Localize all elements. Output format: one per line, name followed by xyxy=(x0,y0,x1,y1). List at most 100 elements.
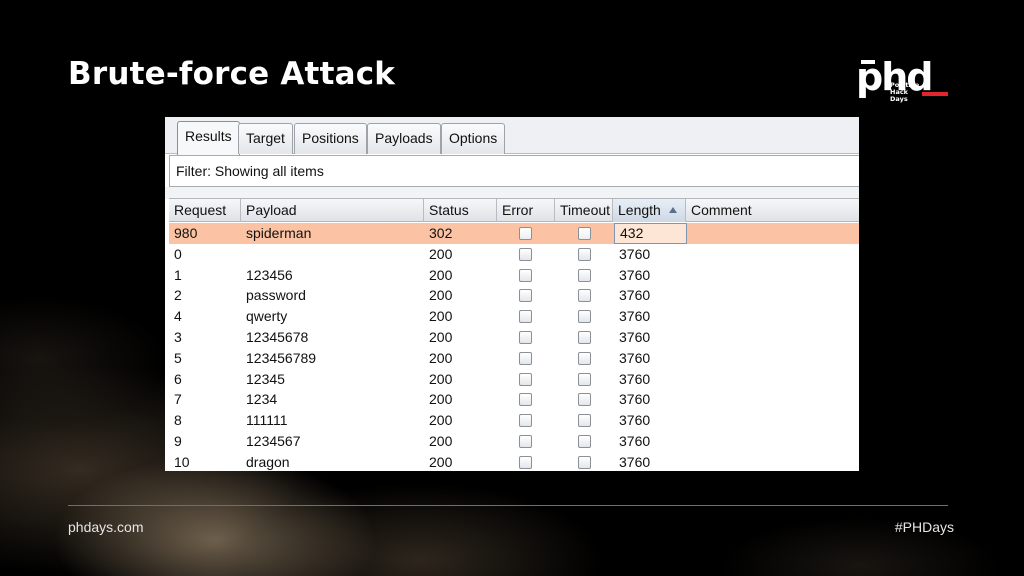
error-checkbox xyxy=(519,227,532,240)
table-row[interactable]: 10 dragon 200 3760 xyxy=(169,452,859,471)
error-checkbox xyxy=(519,330,532,344)
error-checkbox xyxy=(519,247,532,261)
logo-overline xyxy=(861,60,875,64)
timeout-checkbox xyxy=(578,310,591,324)
tab-results[interactable]: Results xyxy=(177,121,240,155)
cell-status: 200 xyxy=(429,412,453,429)
cell-request: 0 xyxy=(174,245,182,262)
cell-comment xyxy=(686,306,859,327)
cell-length: 3760 xyxy=(619,412,651,429)
cell-length: 3760 xyxy=(619,391,651,408)
logo-text: Positive Hack Days xyxy=(890,82,919,103)
logo-line: Days xyxy=(890,95,908,103)
column-header-status[interactable]: Status xyxy=(424,199,497,222)
column-header-timeout[interactable]: Timeout xyxy=(555,199,613,222)
timeout-checkbox xyxy=(578,247,591,261)
cell-status: 200 xyxy=(429,349,453,366)
cell-comment xyxy=(686,389,859,410)
column-header-request[interactable]: Request xyxy=(169,199,241,222)
tab-positions[interactable]: Positions xyxy=(294,123,367,154)
cell-comment xyxy=(686,452,859,471)
table-row[interactable]: 6 12345 200 3760 xyxy=(169,369,859,390)
cell-length: 3760 xyxy=(619,266,651,283)
cell-comment xyxy=(686,348,859,369)
cell-comment xyxy=(686,410,859,431)
cell-request: 8 xyxy=(174,412,182,429)
cell-length: 432 xyxy=(614,223,687,244)
table-row[interactable]: 3 12345678 200 3760 xyxy=(169,327,859,348)
table-row[interactable]: 7 1234 200 3760 xyxy=(169,389,859,410)
footer-hashtag: #PHDays xyxy=(894,519,954,535)
table-row[interactable]: 4 qwerty 200 3760 xyxy=(169,306,859,327)
cell-request: 1 xyxy=(174,266,182,283)
table-row[interactable]: 8 111111 200 3760 xyxy=(169,410,859,431)
cell-payload: dragon xyxy=(246,453,290,470)
cell-comment xyxy=(686,431,859,452)
cell-status: 200 xyxy=(429,287,453,304)
timeout-checkbox xyxy=(578,455,591,469)
table-row[interactable]: 5 123456789 200 3760 xyxy=(169,348,859,369)
cell-length: 3760 xyxy=(619,432,651,449)
cell-request: 10 xyxy=(174,453,190,470)
cell-status: 200 xyxy=(429,328,453,345)
cell-payload: 1234567 xyxy=(246,432,301,449)
error-checkbox xyxy=(519,455,532,469)
column-header-length[interactable]: Length xyxy=(613,199,686,222)
cell-length: 3760 xyxy=(619,287,651,304)
tab-payloads[interactable]: Payloads xyxy=(367,123,441,154)
cell-status: 200 xyxy=(429,266,453,283)
cell-payload xyxy=(241,244,424,265)
page-title: Brute-force Attack xyxy=(68,56,396,92)
column-header-payload[interactable]: Payload xyxy=(241,199,424,222)
tab-bar: Results Target Positions Payloads Option… xyxy=(165,117,859,155)
error-checkbox xyxy=(519,434,532,448)
cell-length: 3760 xyxy=(619,328,651,345)
cell-status: 200 xyxy=(429,245,453,262)
table-header: Request Payload Status Error Timeout Len… xyxy=(169,198,859,222)
error-checkbox xyxy=(519,289,532,303)
cell-request: 5 xyxy=(174,349,182,366)
timeout-checkbox xyxy=(578,414,591,428)
cell-status: 302 xyxy=(429,225,453,241)
column-header-error[interactable]: Error xyxy=(497,199,555,222)
cell-payload: 12345 xyxy=(246,370,285,387)
timeout-checkbox xyxy=(578,372,591,386)
timeout-checkbox xyxy=(578,434,591,448)
cell-payload: spiderman xyxy=(246,225,312,241)
cell-request: 3 xyxy=(174,328,182,345)
cell-length: 3760 xyxy=(619,308,651,325)
table-row[interactable]: 980 spiderman 302 432 xyxy=(169,223,859,244)
table-row[interactable]: 2 password 200 3760 xyxy=(169,285,859,306)
table-row[interactable]: 0 200 3760 xyxy=(169,244,859,265)
error-checkbox xyxy=(519,268,532,282)
column-header-comment[interactable]: Comment xyxy=(686,199,859,222)
cell-comment xyxy=(686,223,859,244)
cell-status: 200 xyxy=(429,432,453,449)
error-checkbox xyxy=(519,393,532,407)
timeout-checkbox xyxy=(578,351,591,365)
results-table-body: 980 spiderman 302 432 0 200 3760 1 123456 200 3760… xyxy=(169,223,859,471)
cell-request: 4 xyxy=(174,308,182,325)
error-checkbox xyxy=(519,372,532,386)
cell-comment xyxy=(686,369,859,390)
cell-status: 200 xyxy=(429,391,453,408)
sort-ascending-icon xyxy=(668,207,677,213)
cell-length: 3760 xyxy=(619,245,651,262)
cell-comment xyxy=(686,244,859,265)
filter-bar[interactable]: Filter: Showing all items xyxy=(169,155,859,187)
cell-status: 200 xyxy=(429,308,453,325)
cell-payload: 111111 xyxy=(246,412,288,429)
tab-target[interactable]: Target xyxy=(238,123,293,154)
timeout-checkbox xyxy=(578,330,591,344)
cell-length: 3760 xyxy=(619,453,651,470)
column-header-length-label: Length xyxy=(618,202,661,218)
table-row[interactable]: 9 1234567 200 3760 xyxy=(169,431,859,452)
table-row[interactable]: 1 123456 200 3760 xyxy=(169,265,859,286)
cell-request: 980 xyxy=(174,225,198,241)
phd-logo: phd Positive Hack Days xyxy=(856,58,951,104)
cell-payload: 12345678 xyxy=(246,328,309,345)
cell-payload: qwerty xyxy=(246,308,288,325)
cell-payload: password xyxy=(246,287,306,304)
error-checkbox xyxy=(519,351,532,365)
tab-options[interactable]: Options xyxy=(441,123,506,154)
